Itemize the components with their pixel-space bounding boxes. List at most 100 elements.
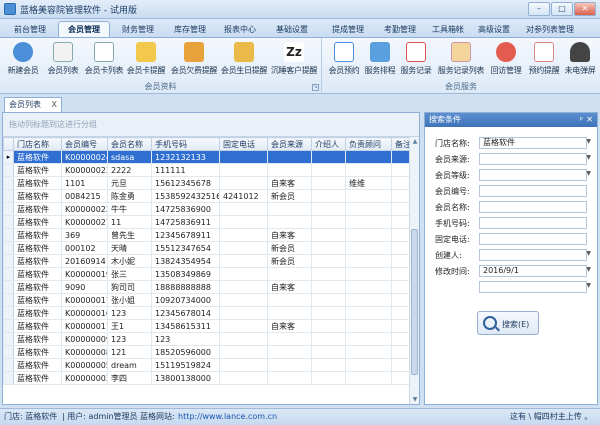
member-source-select[interactable] [479,153,587,165]
tab-list-management[interactable]: 对参列表管理 [520,21,580,37]
member-level-select[interactable] [479,169,587,181]
row-indicator[interactable] [3,345,14,359]
close-button[interactable]: ✕ [574,2,596,16]
table-row[interactable]: 蓝格软件 K00000023 2222 111111 [3,163,412,177]
table-row[interactable]: 蓝格软件 K00000011 王1 13458615311 自来客 [3,319,412,333]
row-indicator[interactable] [3,293,14,307]
scrollbar-thumb[interactable] [411,229,418,375]
chevron-down-icon[interactable]: ▼ [586,282,591,289]
table-row[interactable]: 蓝格软件 K00000021 11 14725836911 [3,215,412,229]
tab-finance[interactable]: 财务管理 [112,21,164,37]
table-row[interactable]: 蓝格软件 K00000022 牛牛 14725836900 [3,202,412,216]
table-row[interactable]: 蓝格软件 0084215 陈金勇 15385924325165 4241012 新会员 [3,189,412,203]
table-row[interactable]: ▸ 蓝格软件 K00000024 sdasa 1232132133 [3,150,412,164]
table-row[interactable]: 蓝格软件 K00000003 李四 13800138000 [3,371,412,385]
tab-attendance[interactable]: 考勤管理 [374,21,426,37]
member-name-input[interactable] [479,201,587,213]
service-record-button[interactable]: 服务记录 [398,40,434,82]
member-card-list-button[interactable]: 会员卡列表 [84,40,124,82]
row-indicator[interactable] [3,280,14,294]
appointment-reminder-button[interactable]: 预约提醒 [526,40,562,82]
row-indicator[interactable] [3,241,14,255]
phone-input[interactable] [479,217,587,229]
tab-basic-settings[interactable]: 基础设置 [266,21,318,37]
minimize-button[interactable]: – [528,2,550,16]
tab-inventory[interactable]: 库存管理 [164,21,216,37]
table-row[interactable]: 蓝格软件 9090 狗司司 18888888888 自来客 [3,280,412,294]
chevron-down-icon[interactable]: ▼ [586,154,591,161]
column-header[interactable]: 会员名称 [107,137,152,151]
service-record-list-button[interactable]: 服务记录列表 [436,40,486,82]
modified-time-end[interactable] [479,281,587,293]
member-birthday-reminder-button[interactable]: 会员生日提醒 [220,40,268,82]
row-indicator[interactable] [3,319,14,333]
tab-commission[interactable]: 提成管理 [322,21,374,37]
column-header[interactable]: 门店名称 [13,137,62,151]
scroll-down-icon[interactable]: ▼ [411,396,419,404]
panel-close-icon[interactable]: ✕ [586,113,593,126]
popup-screen-button[interactable]: 未电弹屏 [562,40,598,82]
maximize-button[interactable]: □ [551,2,573,16]
chevron-down-icon[interactable]: ▼ [586,138,591,145]
row-indicator[interactable] [3,371,14,385]
row-indicator[interactable] [3,306,14,320]
column-header[interactable]: 负责顾问 [345,137,392,151]
chevron-down-icon[interactable]: ▼ [586,250,591,257]
row-indicator[interactable] [3,358,14,372]
row-indicator[interactable] [3,176,14,190]
chevron-down-icon[interactable]: ▼ [586,170,591,177]
tab-member-management[interactable]: 会员管理 [58,21,110,37]
table-row[interactable]: 蓝格软件 K00000017 张小姐 10920734000 [3,293,412,307]
chevron-down-icon[interactable]: ▼ [586,266,591,273]
row-indicator[interactable] [3,163,14,177]
row-indicator[interactable] [3,215,14,229]
tab-reports[interactable]: 报表中心 [214,21,266,37]
row-indicator[interactable] [3,267,14,281]
modified-time-start[interactable]: 2016/9/1 [479,265,587,277]
status-site-link[interactable]: http://www.lance.com.cn [178,409,277,425]
table-row[interactable]: 蓝格软件 K00000008 121 18520596000 [3,345,412,359]
tab-tools[interactable]: 工具箱帐 [422,21,474,37]
member-appointment-button[interactable]: 会员预约 [326,40,362,82]
member-number-input[interactable] [479,185,587,197]
table-row[interactable]: 蓝格软件 K00000009 123 123 [3,332,412,346]
row-indicator[interactable] [3,202,14,216]
row-indicator[interactable] [3,189,14,203]
search-button[interactable]: 搜索(E) [477,311,539,335]
service-schedule-button[interactable]: 服务排程 [362,40,398,82]
column-header[interactable]: 手机号码 [151,137,220,151]
vertical-scrollbar[interactable]: ▲ ▼ [409,137,419,404]
doc-tab-member-list[interactable]: 会员列表 X [4,97,62,112]
table-row[interactable]: 蓝格软件 369 曾先生 12345678911 自来客 [3,228,412,242]
row-indicator[interactable]: ▸ [3,150,14,164]
table-row[interactable]: 蓝格软件 K00000016 123 12345678014 [3,306,412,320]
member-card-reminder-button[interactable]: 会员卡提醒 [126,40,166,82]
table-row[interactable]: 蓝格软件 K00000005 dream 15119519824 [3,358,412,372]
table-row[interactable]: 蓝格软件 K00000019 张三 13508349869 [3,267,412,281]
table-row[interactable]: 蓝格软件 1101 元旦 15612345678 自来客 维维 [3,176,412,190]
column-header[interactable]: 会员来源 [267,137,312,151]
row-indicator[interactable] [3,254,14,268]
doc-tab-close-icon[interactable]: X [52,98,57,111]
landline-input[interactable] [479,233,587,245]
tab-advanced-settings[interactable]: 高级设置 [468,21,520,37]
store-name-select[interactable]: 蓝格软件 [479,137,587,149]
follow-up-management-button[interactable]: 回访管理 [488,40,524,82]
member-list-button[interactable]: 会员列表 [44,40,82,82]
new-member-button[interactable]: 新建会员 [4,40,42,82]
group-expand-icon[interactable]: ↘ [312,84,319,91]
column-header[interactable]: 介绍人 [311,137,346,151]
column-header[interactable]: 会员编号 [61,137,108,151]
column-header[interactable]: 固定电话 [219,137,268,151]
row-indicator[interactable] [3,228,14,242]
dormant-customer-reminder-button[interactable]: Zz 沉睡客户提醒 [270,40,318,82]
table-row[interactable]: 蓝格软件 20160914 木小妮 13824354954 新会员 [3,254,412,268]
member-arrears-reminder-button[interactable]: 会员欠费提醒 [170,40,218,82]
creator-select[interactable] [479,249,587,261]
tab-front-desk[interactable]: 前台管理 [4,21,56,37]
row-indicator[interactable] [3,332,14,346]
group-by-hint[interactable]: 拖动列标题到这进行分组 [3,113,419,137]
table-row[interactable]: 蓝格软件 000102 天晴 15512347654 新会员 [3,241,412,255]
scroll-up-icon[interactable]: ▲ [411,138,419,147]
pin-icon[interactable]: ᵖ [580,113,583,126]
